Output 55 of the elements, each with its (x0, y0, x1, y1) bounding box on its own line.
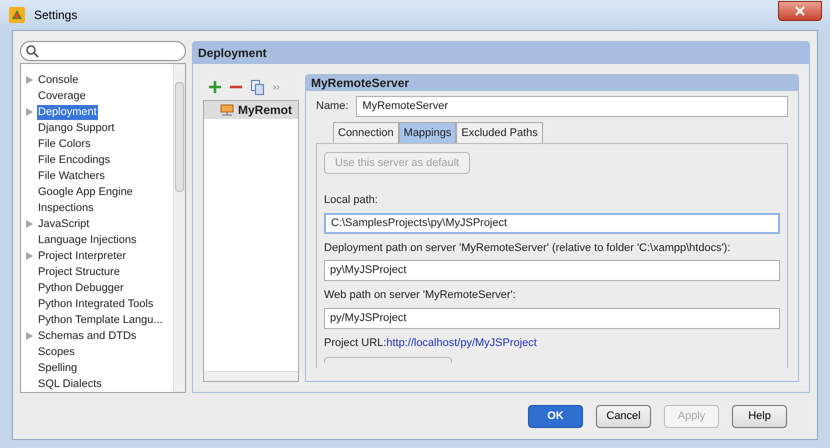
path-field[interactable]: py\MyJSProject (324, 260, 780, 281)
tree-item[interactable]: Project Interpreter (37, 248, 128, 264)
path-field[interactable]: C:\SamplesProjects\py\MyJSProject (324, 212, 780, 234)
close-button[interactable] (778, 1, 822, 21)
tree-item[interactable]: Coverage (37, 88, 87, 104)
tree-item[interactable]: JavaScript (37, 216, 90, 232)
tree-item[interactable]: Inspections (37, 200, 95, 216)
expand-arrow-icon[interactable] (26, 76, 32, 84)
dialog-button[interactable]: Help (732, 404, 787, 428)
tree-item[interactable]: Python Integrated Tools (37, 296, 154, 312)
app-logo-icon (8, 6, 26, 24)
tree-item[interactable]: Spelling (37, 360, 78, 376)
server-icon (220, 104, 234, 116)
search-icon (25, 44, 39, 58)
project-url-label: Project URL: (324, 336, 386, 350)
tab[interactable]: Connection (333, 122, 399, 143)
tree-item[interactable]: Python Debugger (37, 280, 125, 296)
copy-icon[interactable] (251, 80, 264, 94)
server-list-item[interactable]: MyRemot (204, 101, 298, 119)
page-title: Deployment (198, 45, 267, 62)
name-field[interactable]: MyRemoteServer (356, 96, 788, 117)
tree-item[interactable]: Language Injections (37, 232, 138, 248)
tree-item[interactable]: Google App Engine (37, 184, 134, 200)
name-label: Name: (316, 99, 348, 114)
horizontal-scrollbar[interactable] (204, 371, 298, 381)
tree-item[interactable]: Project Structure (37, 264, 121, 280)
tab[interactable]: Excluded Paths (456, 122, 543, 143)
expand-arrow-icon[interactable] (26, 220, 32, 228)
dialog-button[interactable]: Cancel (596, 404, 651, 428)
expand-arrow-icon[interactable] (26, 332, 32, 340)
expand-arrow-icon[interactable] (26, 108, 32, 116)
tree-item[interactable]: File Watchers (37, 168, 106, 184)
search-field[interactable] (20, 41, 186, 61)
tree-item[interactable]: Django Support (37, 120, 116, 136)
scrollbar[interactable] (173, 64, 185, 392)
field-label: Deployment path on server 'MyRemoteServer' (relative to folder 'C:\xampp\htdocs'): (324, 240, 732, 256)
dialog-button[interactable]: OK (528, 404, 583, 428)
expand-arrow-icon[interactable] (26, 252, 32, 260)
server-title: MyRemoteServer (311, 75, 410, 92)
project-url-link[interactable]: http://localhost/py/MyJSProject (386, 334, 537, 351)
tree-item[interactable]: Console (37, 72, 80, 88)
window-title: Settings (34, 7, 78, 24)
add-icon[interactable] (209, 81, 221, 93)
path-field[interactable]: py/MyJSProject (324, 308, 780, 328)
tree-item[interactable]: SQL Dialects (37, 376, 103, 392)
tree-item[interactable]: File Encodings (37, 152, 112, 168)
tree-item[interactable]: File Colors (37, 136, 92, 152)
tree-item[interactable]: Scopes (37, 344, 76, 360)
tree-item[interactable]: Python Template Langu... (37, 312, 164, 328)
close-icon (795, 6, 805, 16)
tree-item[interactable]: Deployment (37, 104, 98, 120)
field-label: Web path on server 'MyRemoteServer': (324, 288, 517, 303)
field-label: Local path: (324, 193, 379, 208)
tree-item[interactable]: Schemas and DTDs (37, 328, 138, 344)
tab[interactable]: Mappings (398, 122, 456, 143)
